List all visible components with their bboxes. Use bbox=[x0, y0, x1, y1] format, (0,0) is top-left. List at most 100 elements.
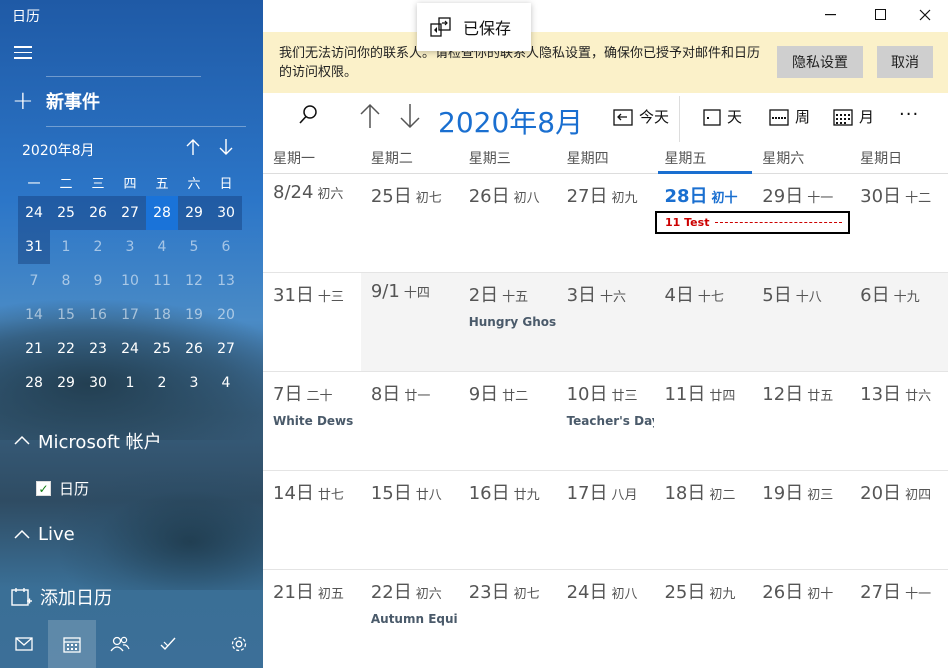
day-cell[interactable]: 27日 初九 bbox=[557, 174, 655, 272]
mini-day[interactable]: 15 bbox=[50, 298, 82, 332]
mini-day[interactable]: 29 bbox=[178, 196, 210, 230]
day-cell[interactable]: 24日 初八 bbox=[557, 570, 655, 668]
search-icon[interactable] bbox=[297, 104, 319, 130]
day-cell[interactable]: 21日 初五 bbox=[263, 570, 361, 668]
mail-icon[interactable] bbox=[0, 620, 48, 668]
more-options-icon[interactable]: ··· bbox=[899, 104, 919, 125]
mini-day[interactable]: 6 bbox=[210, 230, 242, 264]
mini-day[interactable]: 31 bbox=[18, 230, 50, 264]
checkbox-checked-icon[interactable]: ✓ bbox=[36, 481, 51, 496]
account-section-microsoft[interactable]: Microsoft 帐户 bbox=[14, 428, 162, 454]
day-cell[interactable]: 5日 十八 bbox=[752, 273, 851, 371]
mini-day[interactable]: 24 bbox=[114, 332, 146, 366]
privacy-settings-button[interactable]: 隐私设置 bbox=[777, 46, 863, 78]
event-chip[interactable]: 11 Test bbox=[655, 211, 850, 234]
cancel-button[interactable]: 取消 bbox=[877, 46, 933, 78]
mini-day-today[interactable]: 28 bbox=[146, 196, 178, 230]
new-event-button[interactable]: + 新事件 bbox=[12, 88, 100, 114]
day-cell[interactable]: 15日 廿八 bbox=[361, 471, 459, 569]
previous-arrow-up-icon[interactable] bbox=[359, 102, 381, 134]
day-cell[interactable]: 14日 廿七 bbox=[263, 471, 361, 569]
week-view-button[interactable]: 周 bbox=[769, 106, 810, 127]
people-icon[interactable] bbox=[96, 620, 144, 668]
day-cell[interactable]: 18日 初二 bbox=[654, 471, 752, 569]
month-view-button[interactable]: 月 bbox=[833, 106, 874, 127]
mini-day[interactable]: 2 bbox=[146, 366, 178, 400]
day-cell[interactable]: 26日 初十 bbox=[752, 570, 850, 668]
mini-day[interactable]: 5 bbox=[178, 230, 210, 264]
day-cell[interactable]: 26日 初八 bbox=[459, 174, 557, 272]
day-cell[interactable]: 12日 廿五 bbox=[752, 372, 850, 470]
mini-day[interactable]: 9 bbox=[82, 264, 114, 298]
day-cell[interactable]: 8/24 初六 bbox=[263, 174, 361, 272]
mini-day[interactable]: 12 bbox=[178, 264, 210, 298]
mini-day[interactable]: 8 bbox=[50, 264, 82, 298]
mini-day[interactable]: 1 bbox=[114, 366, 146, 400]
day-cell[interactable]: 27日 十一 bbox=[850, 570, 948, 668]
calendar-icon[interactable] bbox=[48, 620, 96, 668]
mini-day[interactable]: 3 bbox=[114, 230, 146, 264]
calendar-item-calendar[interactable]: ✓ 日历 bbox=[36, 478, 89, 499]
mini-prev-month-arrow-up-icon[interactable] bbox=[185, 138, 201, 161]
day-cell[interactable]: 30日 十二 bbox=[850, 174, 948, 272]
mini-day[interactable]: 21 bbox=[18, 332, 50, 366]
day-cell[interactable]: 20日 初四 bbox=[850, 471, 948, 569]
maximize-icon[interactable] bbox=[858, 0, 904, 30]
mini-day[interactable]: 7 bbox=[18, 264, 50, 298]
mini-day[interactable]: 22 bbox=[50, 332, 82, 366]
day-cell[interactable]: 17日 八月 bbox=[557, 471, 655, 569]
day-cell[interactable]: 11日 廿四 bbox=[654, 372, 752, 470]
mini-day[interactable]: 26 bbox=[82, 196, 114, 230]
mini-day[interactable]: 19 bbox=[178, 298, 210, 332]
mini-day[interactable]: 13 bbox=[210, 264, 242, 298]
mini-calendar-month[interactable]: 2020年8月 bbox=[22, 140, 95, 160]
mini-day[interactable]: 20 bbox=[210, 298, 242, 332]
mini-day[interactable]: 24 bbox=[18, 196, 50, 230]
mini-day[interactable]: 29 bbox=[50, 366, 82, 400]
mini-day[interactable]: 3 bbox=[178, 366, 210, 400]
mini-day[interactable]: 11 bbox=[146, 264, 178, 298]
mini-day[interactable]: 28 bbox=[18, 366, 50, 400]
settings-icon[interactable] bbox=[215, 620, 263, 668]
day-cell[interactable]: 9/1 十四 bbox=[360, 273, 459, 371]
day-cell[interactable]: 31日 十三 bbox=[263, 273, 361, 371]
day-view-button[interactable]: 天 bbox=[703, 106, 742, 127]
mini-day[interactable]: 23 bbox=[82, 332, 114, 366]
hamburger-menu-icon[interactable] bbox=[14, 46, 32, 60]
today-button[interactable]: 今天 bbox=[613, 106, 669, 127]
mini-day[interactable]: 10 bbox=[114, 264, 146, 298]
mini-day[interactable]: 18 bbox=[146, 298, 178, 332]
mini-day[interactable]: 4 bbox=[210, 366, 242, 400]
day-cell[interactable]: 16日 廿九 bbox=[459, 471, 557, 569]
close-icon[interactable] bbox=[902, 0, 948, 30]
todo-icon[interactable] bbox=[144, 620, 192, 668]
day-cell[interactable]: 6日 十九 bbox=[850, 273, 948, 371]
account-section-live[interactable]: Live bbox=[14, 524, 75, 545]
day-cell[interactable]: 22日 初六 Autumn Equi bbox=[361, 570, 459, 668]
mini-day[interactable]: 25 bbox=[50, 196, 82, 230]
mini-day[interactable]: 30 bbox=[210, 196, 242, 230]
day-cell[interactable]: 9日 廿二 bbox=[459, 372, 557, 470]
mini-day[interactable]: 26 bbox=[178, 332, 210, 366]
mini-day[interactable]: 27 bbox=[210, 332, 242, 366]
day-cell[interactable]: 25日 初九 bbox=[654, 570, 752, 668]
add-calendar-button[interactable]: 添加日历 bbox=[10, 584, 112, 610]
current-month-title[interactable]: 2020年8月 bbox=[438, 101, 583, 141]
mini-day[interactable]: 25 bbox=[146, 332, 178, 366]
day-cell[interactable]: 7日 二十 White Dews bbox=[263, 372, 361, 470]
day-cell[interactable]: 3日 十六 bbox=[556, 273, 655, 371]
day-cell[interactable]: 23日 初七 bbox=[459, 570, 557, 668]
day-cell[interactable]: 2日 十五 Hungry Ghos bbox=[458, 273, 557, 371]
day-cell[interactable]: 10日 廿三 Teacher's Day bbox=[557, 372, 655, 470]
mini-day[interactable]: 27 bbox=[114, 196, 146, 230]
mini-day[interactable]: 1 bbox=[50, 230, 82, 264]
day-cell[interactable]: 13日 廿六 bbox=[850, 372, 948, 470]
mini-next-month-arrow-down-icon[interactable] bbox=[218, 138, 234, 161]
minimize-icon[interactable] bbox=[808, 0, 854, 30]
mini-day[interactable]: 17 bbox=[114, 298, 146, 332]
day-cell[interactable]: 19日 初三 bbox=[752, 471, 850, 569]
next-arrow-down-icon[interactable] bbox=[399, 102, 421, 134]
mini-day[interactable]: 30 bbox=[82, 366, 114, 400]
day-cell[interactable]: 25日 初七 bbox=[361, 174, 459, 272]
mini-day[interactable]: 2 bbox=[82, 230, 114, 264]
